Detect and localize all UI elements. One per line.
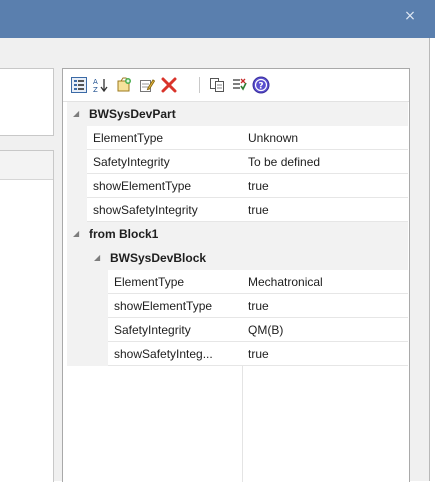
- property-row[interactable]: showSafetyIntegrity true: [67, 198, 408, 222]
- property-row[interactable]: ElementType Mechatronical: [67, 270, 408, 294]
- categorized-view-icon[interactable]: [69, 75, 89, 95]
- property-name: ElementType: [93, 131, 164, 145]
- sort-alphabetical-icon[interactable]: A Z: [91, 75, 111, 95]
- left-top-panel: [0, 68, 54, 136]
- collapse-arrow-icon[interactable]: ◢: [94, 252, 104, 264]
- copy-properties-icon[interactable]: [207, 75, 227, 95]
- property-name: ElementType: [114, 275, 185, 289]
- property-value[interactable]: Unknown: [248, 130, 298, 146]
- group-label: from Block1: [89, 227, 159, 241]
- close-button[interactable]: ×: [400, 6, 420, 26]
- collapse-arrow-icon[interactable]: ◢: [73, 108, 83, 120]
- property-row[interactable]: showElementType true: [67, 294, 408, 318]
- property-value[interactable]: To be defined: [248, 154, 320, 170]
- filter-properties-icon[interactable]: [229, 75, 249, 95]
- svg-text:Z: Z: [93, 86, 98, 93]
- property-value[interactable]: true: [248, 346, 269, 362]
- property-name: showElementType: [114, 299, 213, 313]
- property-row[interactable]: SafetyIntegrity QM(B): [67, 318, 408, 342]
- property-name: showSafetyInteg...: [114, 347, 213, 361]
- group-from-block1[interactable]: ◢ from Block1: [67, 222, 408, 246]
- left-bottom-panel: [0, 150, 54, 482]
- property-value[interactable]: true: [248, 178, 269, 194]
- left-bottom-panel-header: [0, 151, 53, 180]
- group-bwsysdevpart[interactable]: ◢ BWSysDevPart: [67, 102, 408, 126]
- property-value[interactable]: QM(B): [248, 322, 283, 338]
- properties-toolbar: A Z ?: [63, 69, 409, 102]
- property-name: showSafetyIntegrity: [93, 203, 198, 217]
- new-property-icon[interactable]: [114, 75, 134, 95]
- toolbar-separator: [199, 77, 200, 93]
- property-grid: ◢ BWSysDevPart ElementType Unknown Safet…: [67, 102, 408, 482]
- property-name: SafetyIntegrity: [114, 323, 191, 337]
- edit-property-icon[interactable]: [137, 75, 157, 95]
- collapse-arrow-icon[interactable]: ◢: [73, 228, 83, 240]
- background-window-edge: [430, 38, 435, 481]
- property-name: SafetyIntegrity: [93, 155, 170, 169]
- property-value[interactable]: true: [248, 202, 269, 218]
- property-row[interactable]: ElementType Unknown: [67, 126, 408, 150]
- property-value[interactable]: Mechatronical: [248, 274, 323, 290]
- property-name: showElementType: [93, 179, 192, 193]
- property-row[interactable]: showSafetyInteg... true: [67, 342, 408, 366]
- delete-property-icon[interactable]: [159, 75, 179, 95]
- svg-text:A: A: [93, 78, 98, 86]
- group-label: BWSysDevBlock: [110, 251, 207, 265]
- subgroup-bwsysdevblock[interactable]: ◢ BWSysDevBlock: [67, 246, 408, 270]
- svg-text:?: ?: [258, 82, 263, 92]
- dialog-title-bar: ×: [0, 0, 435, 38]
- property-row[interactable]: showElementType true: [67, 174, 408, 198]
- property-row[interactable]: SafetyIntegrity To be defined: [67, 150, 408, 174]
- property-value[interactable]: true: [248, 298, 269, 314]
- help-icon[interactable]: ?: [251, 75, 271, 95]
- properties-panel: A Z ? ◢ BWSysDevPart ElementType Unknown…: [62, 68, 410, 482]
- group-label: BWSysDevPart: [89, 107, 176, 121]
